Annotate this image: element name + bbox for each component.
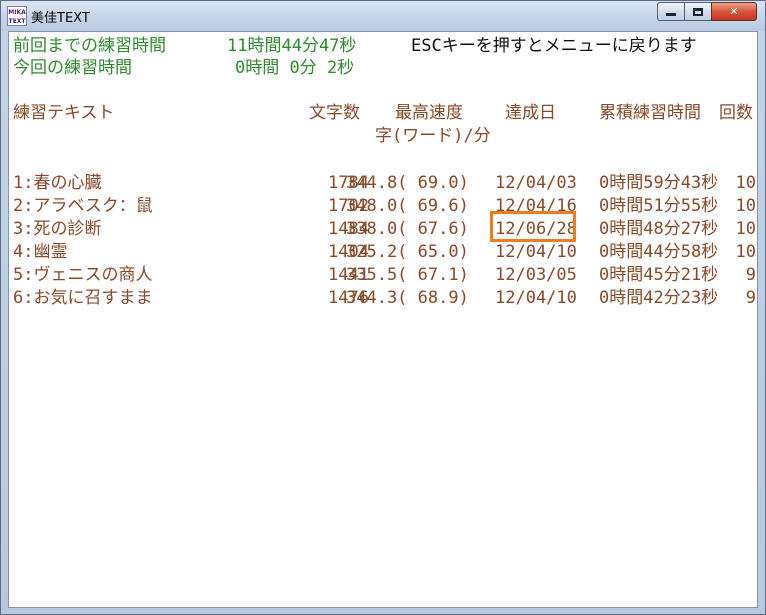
row-achieved-date: 12/04/03 [495, 173, 577, 193]
row-text-name: 4:幽霊 [13, 242, 68, 262]
close-button[interactable]: ✕ [711, 2, 757, 21]
row-cumulative-time: 0時間48分27秒 [599, 219, 719, 239]
prev-practice-label: 前回までの練習時間 [13, 36, 166, 56]
column-header-max-speed: 最高速度 [395, 103, 463, 123]
row-max-speed: 335.5( 67.1) [346, 265, 469, 285]
mika-text-app-icon[interactable]: MIKA TEXT [7, 6, 27, 26]
row-text-name: 1:春の心臓 [13, 173, 102, 193]
caption-buttons: ✕ [657, 2, 757, 22]
esc-hint: ESCキーを押すとメニューに戻ります [411, 36, 697, 56]
column-header-cumulative: 累積練習時間 [599, 103, 701, 123]
column-header-count: 回数 [719, 103, 753, 123]
list-item[interactable]: 2:アラベスク：鼠 1702 348.0( 69.6) 12/04/16 0時間51分5… [9, 195, 757, 218]
list-item[interactable]: 5:ヴェニスの商人 1441 335.5( 67.1) 12/03/05 0時間45分2… [9, 264, 757, 287]
row-count: 10 [735, 196, 756, 216]
highlight-box [490, 211, 576, 242]
list-item[interactable]: 1:春の心臓 1784 344.8( 69.0) 12/04/03 0時間59分43秒 1… [9, 172, 757, 195]
app-window: MIKA TEXT 美佳TEXT ✕ 前回までの練習時間 11時間44分47秒 … [0, 0, 766, 615]
current-practice-value: 0時間 0分 2秒 [235, 58, 355, 78]
row-count: 10 [735, 219, 756, 239]
list-item[interactable]: 3:死の診断 1484 338.0( 67.6) 12/06/28 0時間48分27秒 1… [9, 218, 757, 241]
row-cumulative-time: 0時間44分58秒 [599, 242, 719, 262]
row-cumulative-time: 0時間45分21秒 [599, 265, 719, 285]
prev-practice-value: 11時間44分47秒 [227, 36, 357, 56]
row-achieved-date: 12/03/05 [495, 265, 577, 285]
row-count: 10 [735, 242, 756, 262]
minimize-icon [666, 13, 676, 16]
list-item[interactable]: 4:幽霊 1404 325.2( 65.0) 12/04/10 0時間44分58秒 10 [9, 241, 757, 264]
row-achieved-date: 12/04/10 [495, 242, 577, 262]
row-max-speed: 338.0( 67.6) [346, 219, 469, 239]
row-count: 10 [735, 173, 756, 193]
row-cumulative-time: 0時間59分43秒 [599, 173, 719, 193]
row-max-speed: 348.0( 69.6) [346, 196, 469, 216]
maximize-button[interactable] [684, 2, 711, 21]
list-item[interactable]: 6:お気に召すまま 1476 344.3( 68.9) 12/04/10 0時間42分2… [9, 287, 757, 310]
column-header-text: 練習テキスト [13, 103, 115, 123]
title-bar[interactable]: MIKA TEXT 美佳TEXT ✕ [1, 1, 765, 31]
row-max-speed: 325.2( 65.0) [346, 242, 469, 262]
app-icon-text-top: MIKA [8, 9, 26, 16]
row-count: 9 [745, 265, 756, 285]
window-title: 美佳TEXT [31, 11, 90, 26]
row-text-name: 6:お気に召すまま [13, 288, 153, 308]
row-max-speed: 344.8( 69.0) [346, 173, 469, 193]
text-console[interactable]: 前回までの練習時間 11時間44分47秒 ESCキーを押すとメニューに戻ります … [8, 31, 758, 608]
close-icon: ✕ [729, 5, 739, 18]
row-text-name: 2:アラベスク：鼠 [13, 196, 153, 216]
row-text-name: 3:死の診断 [13, 219, 102, 239]
row-cumulative-time: 0時間42分23秒 [599, 288, 719, 308]
row-max-speed: 344.3( 68.9) [346, 288, 469, 308]
current-practice-label: 今回の練習時間 [13, 58, 132, 78]
app-icon-text-bottom: TEXT [8, 18, 26, 25]
row-text-name: 5:ヴェニスの商人 [13, 265, 153, 285]
row-cumulative-time: 0時間51分55秒 [599, 196, 719, 216]
column-header-chars: 文字数 [309, 103, 360, 123]
column-header-speed-unit: 字(ワード)/分 [375, 126, 491, 146]
row-count: 9 [745, 288, 756, 308]
row-achieved-date: 12/04/10 [495, 288, 577, 308]
minimize-button[interactable] [657, 2, 684, 21]
column-header-date: 達成日 [505, 103, 556, 123]
maximize-icon [693, 7, 703, 16]
